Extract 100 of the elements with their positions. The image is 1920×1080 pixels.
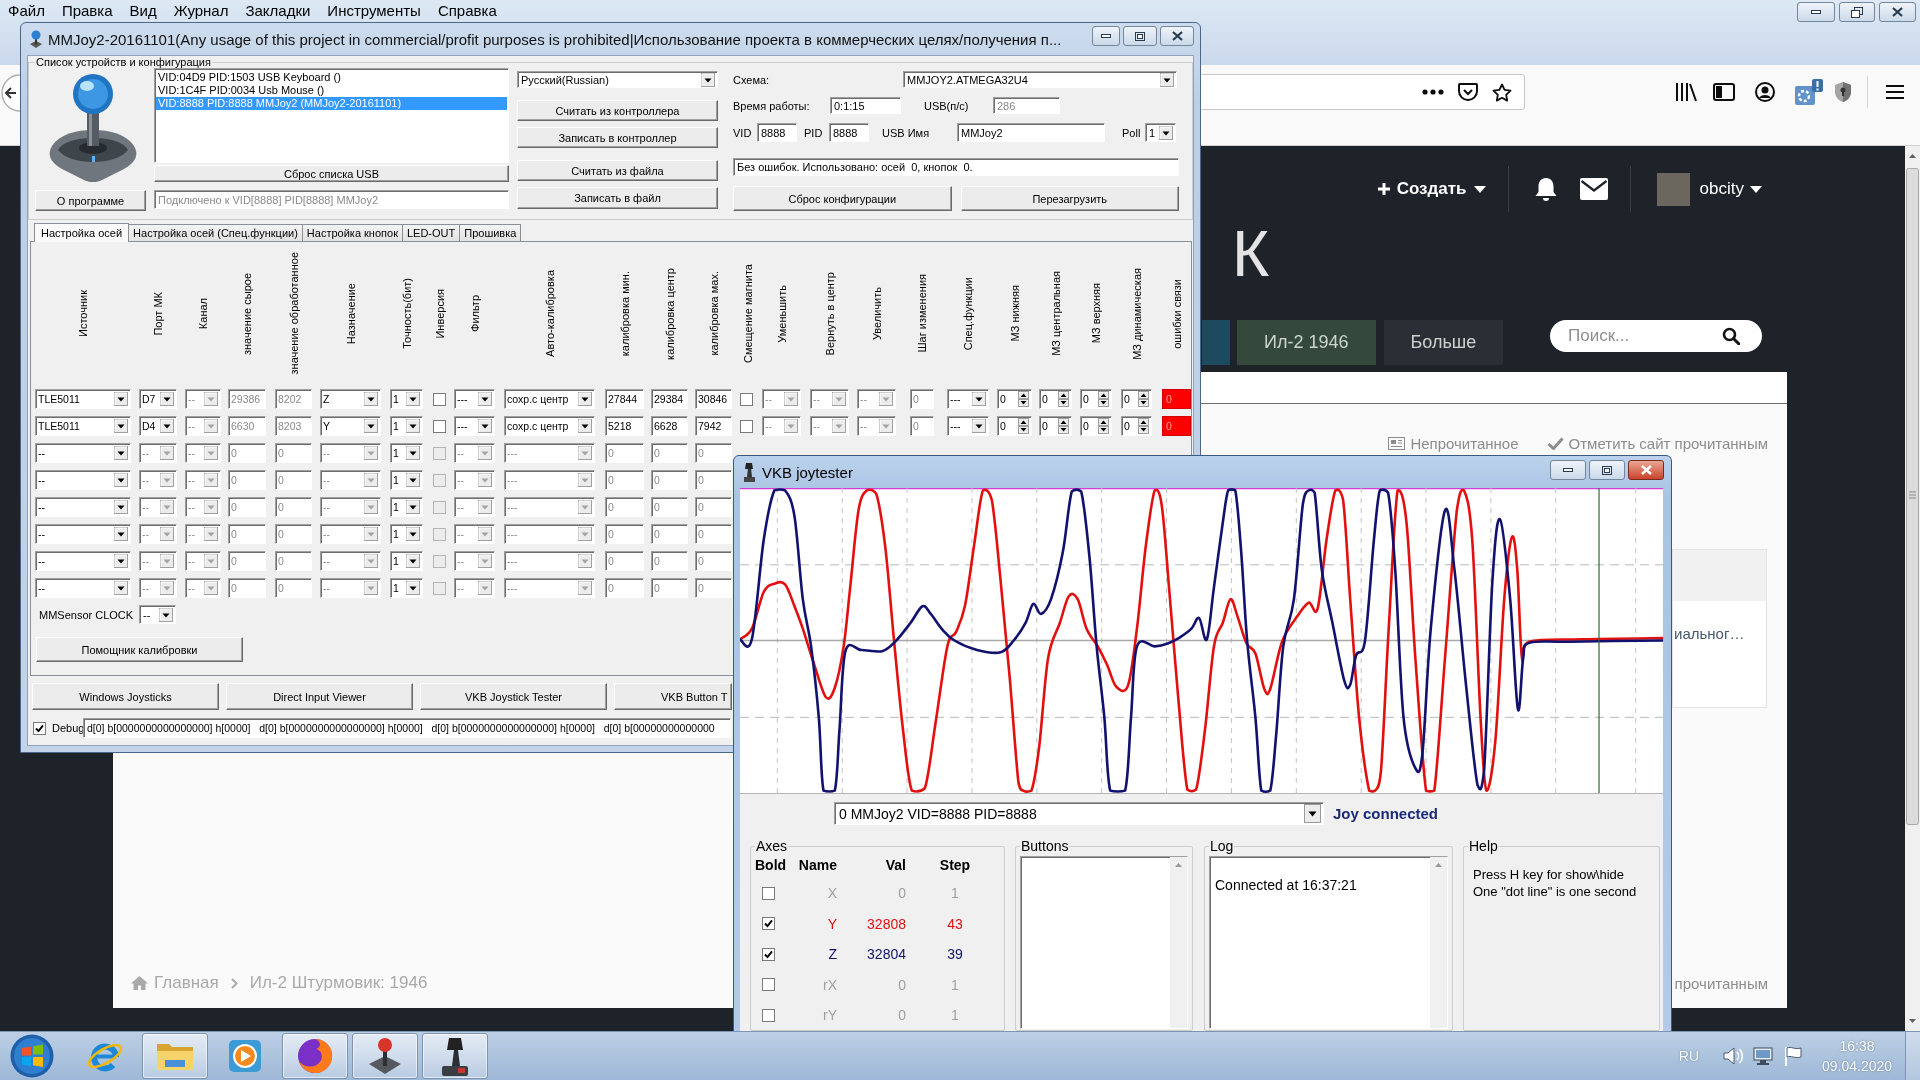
action-button[interactable]: Считать из файла xyxy=(517,160,718,181)
dropdown[interactable]: -- xyxy=(35,497,131,517)
maximize-icon[interactable] xyxy=(1602,465,1612,475)
caret-down-icon[interactable] xyxy=(406,473,420,487)
caret-down-icon[interactable] xyxy=(114,527,128,541)
reset-usb-button[interactable]: Сброс списка USB xyxy=(154,165,509,182)
checkbox[interactable] xyxy=(740,392,753,406)
minimize-button[interactable] xyxy=(1550,460,1586,480)
caret-down-icon[interactable] xyxy=(114,500,128,514)
dropdown[interactable]: --- xyxy=(454,416,495,436)
caret-down-icon[interactable] xyxy=(578,419,592,433)
start-button[interactable] xyxy=(10,1034,54,1078)
caret-down-icon[interactable] xyxy=(478,392,492,406)
action-button[interactable]: Записать в файл xyxy=(517,187,718,209)
flag-icon[interactable] xyxy=(1784,1046,1802,1066)
dropdown[interactable]: 1 xyxy=(390,470,423,490)
unread-link[interactable]: Непрочитанное xyxy=(1388,434,1519,452)
spin-box[interactable]: 0 xyxy=(1121,416,1152,436)
caret-down-icon[interactable] xyxy=(701,72,715,87)
books-icon[interactable] xyxy=(1675,82,1697,102)
calibration-button[interactable]: Помощник калибровки xyxy=(36,637,243,662)
checkbox[interactable] xyxy=(762,947,775,961)
tool-button[interactable]: Direct Input Viewer xyxy=(226,683,413,710)
spin-arrows-icon[interactable] xyxy=(1098,391,1109,407)
menu-item[interactable]: Журнал xyxy=(173,1,229,21)
shield-icon[interactable] xyxy=(1834,81,1852,103)
spin-box[interactable]: 0 xyxy=(1080,416,1112,436)
tab[interactable]: LED-OUT xyxy=(401,224,461,241)
caret-down-icon[interactable] xyxy=(1159,125,1173,140)
close-button[interactable] xyxy=(1879,2,1916,22)
caret-down-icon[interactable] xyxy=(114,392,128,406)
restore-icon[interactable] xyxy=(1851,6,1863,18)
caret-down-icon[interactable] xyxy=(578,392,592,406)
caret-down-icon[interactable] xyxy=(1304,804,1321,823)
avatar-placeholder[interactable] xyxy=(1656,172,1690,206)
caret-down-icon[interactable] xyxy=(114,419,128,433)
taskbar-button[interactable] xyxy=(352,1033,418,1079)
search-field[interactable]: Поиск... xyxy=(1550,320,1762,352)
dropdown[interactable]: --- xyxy=(947,389,989,409)
caret-down-icon[interactable] xyxy=(406,554,420,568)
action-button[interactable]: Считать из контроллера xyxy=(517,100,718,121)
spin-arrows-icon[interactable] xyxy=(1058,418,1069,434)
caret-down-icon[interactable] xyxy=(364,392,378,406)
language-dropdown[interactable]: Русский(Russian) xyxy=(517,71,718,88)
caret-down-icon[interactable] xyxy=(478,419,492,433)
maximize-button[interactable] xyxy=(1589,460,1625,480)
caret-down-icon[interactable] xyxy=(114,581,128,595)
close-icon[interactable] xyxy=(1171,31,1183,41)
clock-dropdown[interactable]: -- xyxy=(139,605,176,624)
caret-down-icon[interactable] xyxy=(114,554,128,568)
mark-read-link[interactable]: Отметить сайт прочитанным xyxy=(1546,434,1768,452)
minimize-button[interactable] xyxy=(1797,2,1835,22)
tab[interactable]: Настройка кнопок xyxy=(301,224,403,241)
caret-down-icon[interactable] xyxy=(972,392,986,406)
spin-box[interactable]: 0 xyxy=(1039,416,1072,436)
nav-tab[interactable]: Ил-2 1946 xyxy=(1237,320,1376,365)
dropdown[interactable]: сохр.с центр xyxy=(504,389,595,409)
thread-link[interactable]: иальног… xyxy=(1674,625,1766,643)
caret-down-icon[interactable] xyxy=(406,581,420,595)
close-button[interactable] xyxy=(1160,26,1194,46)
dropdown[interactable]: 1 xyxy=(390,524,423,544)
nav-tab[interactable]: Больше xyxy=(1383,320,1504,365)
log-list[interactable]: Connected at 16:37:21 xyxy=(1209,856,1448,1029)
caret-down-icon[interactable] xyxy=(114,446,128,460)
caret-down-icon[interactable] xyxy=(406,419,420,433)
account-icon[interactable] xyxy=(1755,82,1775,102)
dropdown[interactable]: 1 xyxy=(390,497,423,517)
about-button[interactable]: О программе xyxy=(35,190,146,211)
dropdown[interactable]: 1 xyxy=(390,551,423,571)
tab[interactable]: Настройка осей (Спец.функции) xyxy=(128,224,303,241)
network-icon[interactable] xyxy=(1753,1046,1773,1066)
debug-field[interactable]: d[0] b[0000000000000000] h[0000] d[0] b[0000000000000000] h[0000] d[0] b[0000000000000000] h[0000] d[0] b[00000000000000 xyxy=(83,718,731,738)
user-menu[interactable]: obcity xyxy=(1699,179,1762,199)
back-button[interactable] xyxy=(0,74,20,112)
menu-item[interactable]: Файл xyxy=(8,1,45,21)
spin-box[interactable]: 0 xyxy=(997,389,1032,409)
speaker-icon[interactable] xyxy=(1723,1047,1743,1065)
minimize-icon[interactable] xyxy=(1563,468,1573,472)
spin-box[interactable]: 0 xyxy=(1121,389,1152,409)
checkbox[interactable] xyxy=(762,978,775,992)
reboot-button[interactable]: Перезагрузить xyxy=(960,186,1179,211)
caret-down-icon[interactable] xyxy=(406,527,420,541)
input-field[interactable]: 7942 xyxy=(695,416,732,436)
menu-item[interactable]: Правка xyxy=(61,1,113,21)
tool-button[interactable]: VKB Joystick Tester xyxy=(420,683,607,710)
tool-button[interactable]: VKB Button T xyxy=(614,683,732,710)
dropdown[interactable]: -- xyxy=(35,470,131,490)
dropdown[interactable]: TLE5011 xyxy=(35,389,131,409)
uptime-field[interactable]: 0:1:15 xyxy=(830,97,901,114)
taskbar-button[interactable] xyxy=(422,1033,488,1079)
input-field[interactable]: 6628 xyxy=(651,416,688,436)
checkbox[interactable] xyxy=(740,419,753,433)
minimize-icon[interactable] xyxy=(1811,10,1821,14)
caret-down-icon[interactable] xyxy=(159,607,173,622)
maximize-icon[interactable] xyxy=(1135,31,1145,41)
spin-arrows-icon[interactable] xyxy=(1098,418,1109,434)
plus-icon[interactable] xyxy=(1377,183,1390,195)
usb-name-field[interactable]: MMJoy2 xyxy=(957,123,1105,142)
dropdown[interactable]: --- xyxy=(454,389,495,409)
spin-arrows-icon[interactable] xyxy=(1138,418,1149,434)
